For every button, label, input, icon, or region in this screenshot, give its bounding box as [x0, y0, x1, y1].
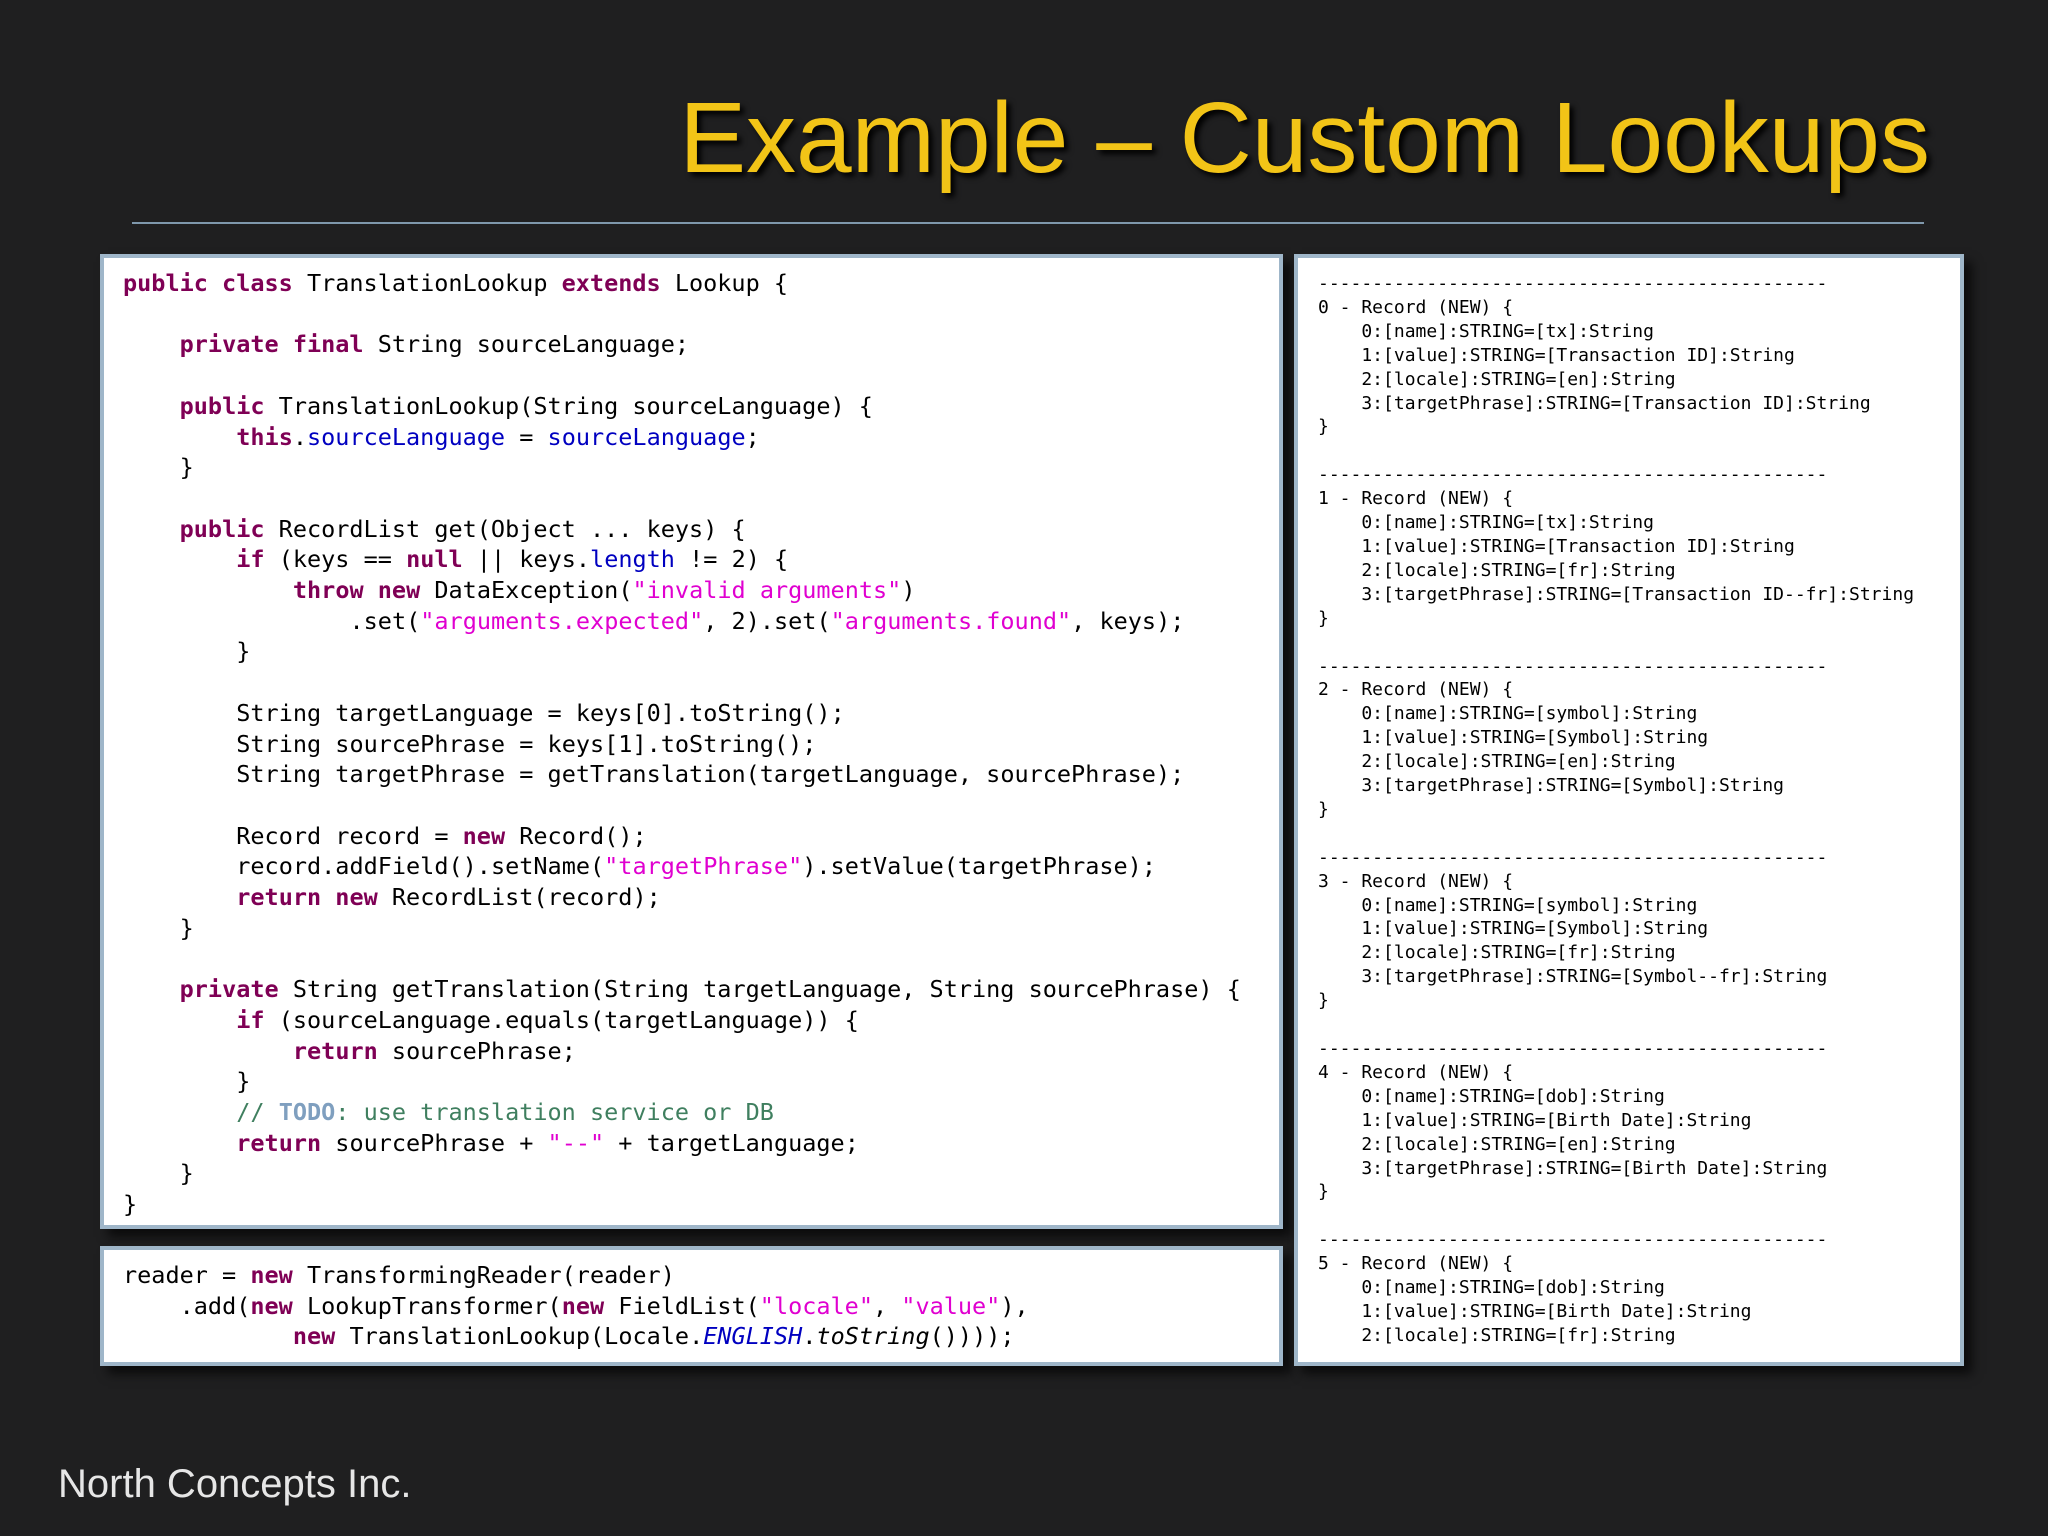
output-line: ----------------------------------------… — [1318, 273, 1828, 294]
code-line: throw new DataException("invalid argumen… — [292, 576, 916, 605]
code-line: this.sourceLanguage = sourceLanguage; — [236, 422, 760, 451]
output-line: 3:[targetPhrase]:STRING=[Symbol--fr]:Str… — [1318, 966, 1828, 988]
output-line: 2:[locale]:STRING=[en]:String — [1318, 368, 1676, 390]
output-line: } — [1318, 1181, 1329, 1203]
output-line: 3:[targetPhrase]:STRING=[Transaction ID-… — [1318, 583, 1915, 605]
output-line: ----------------------------------------… — [1318, 846, 1828, 868]
code-line: new TranslationLookup(Locale.ENGLISH.toS… — [292, 1322, 1015, 1351]
output-line: ----------------------------------------… — [1318, 1229, 1828, 1251]
output-line: 3:[targetPhrase]:STRING=[Birth Date]:Str… — [1318, 1157, 1828, 1179]
output-line: 0:[name]:STRING=[dob]:String — [1318, 1085, 1665, 1107]
code-line: // TODO: use translation service or DB — [236, 1097, 774, 1126]
output-line: } — [1318, 607, 1329, 629]
output-line: 2:[locale]:STRING=[en]:String — [1318, 751, 1676, 773]
code-line: if (keys == null || keys.length != 2) { — [236, 545, 789, 574]
reader-usage-code: reader = new TransformingReader(reader) … — [104, 1250, 1279, 1352]
output-line: 3:[targetPhrase]:STRING=[Symbol]:String — [1318, 775, 1784, 797]
code-line: return sourcePhrase; — [292, 1036, 576, 1065]
output-line: 1:[value]:STRING=[Symbol]:String — [1318, 727, 1709, 749]
output-line: 3:[targetPhrase]:STRING=[Transaction ID]… — [1318, 392, 1871, 414]
output-line: 1:[value]:STRING=[Transaction ID]:String — [1318, 344, 1795, 366]
code-line: } — [236, 637, 251, 666]
output-line: 0:[name]:STRING=[symbol]:String — [1318, 703, 1698, 725]
output-line: 2:[locale]:STRING=[fr]:String — [1318, 1324, 1676, 1346]
title-divider — [132, 222, 1924, 224]
console-output: ----------------------------------------… — [1298, 258, 1960, 1366]
code-line: } — [123, 1190, 138, 1219]
slide-title: Example – Custom Lookups — [679, 82, 1930, 194]
output-line: 2:[locale]:STRING=[fr]:String — [1318, 559, 1676, 581]
code-line: return new RecordList(record); — [236, 883, 661, 912]
code-line: String sourcePhrase = keys[1].toString()… — [236, 729, 817, 758]
code-line: return sourcePhrase + "--" + targetLangu… — [236, 1128, 859, 1157]
output-line: 1:[value]:STRING=[Birth Date]:String — [1318, 1109, 1752, 1131]
output-line: 1:[value]:STRING=[Transaction ID]:String — [1318, 535, 1795, 557]
record-output-panel: ----------------------------------------… — [1294, 254, 1964, 1366]
output-line: ----------------------------------------… — [1318, 1038, 1828, 1059]
output-line: 0:[name]:STRING=[tx]:String — [1318, 320, 1654, 342]
output-line: } — [1318, 416, 1329, 438]
usage-code-panel: reader = new TransformingReader(reader) … — [100, 1246, 1283, 1366]
output-line: 3 - Record (NEW) { — [1318, 870, 1514, 892]
output-line: ... — [1318, 1348, 1351, 1366]
output-line: 2 - Record (NEW) { — [1318, 679, 1514, 701]
output-line: ----------------------------------------… — [1318, 655, 1828, 677]
code-line: } — [236, 1067, 251, 1096]
output-line: 0:[name]:STRING=[dob]:String — [1318, 1277, 1665, 1299]
code-line: record.addField().setName("targetPhrase"… — [236, 852, 1156, 881]
company-footer: North Concepts Inc. — [58, 1462, 412, 1506]
output-line: 0:[name]:STRING=[tx]:String — [1318, 512, 1654, 534]
code-line: } — [179, 913, 194, 942]
code-line: public class TranslationLookup extends L… — [123, 269, 789, 297]
lookup-class-code: public class TranslationLookup extends L… — [104, 258, 1279, 1220]
output-line: 2:[locale]:STRING=[fr]:String — [1318, 942, 1676, 964]
output-line: 2:[locale]:STRING=[en]:String — [1318, 1133, 1676, 1155]
code-line: reader = new TransformingReader(reader) — [123, 1261, 675, 1289]
lookup-code-panel: public class TranslationLookup extends L… — [100, 254, 1283, 1229]
output-line: 4 - Record (NEW) { — [1318, 1061, 1514, 1083]
code-line: String targetPhrase = getTranslation(tar… — [236, 760, 1185, 789]
output-line: 0:[name]:STRING=[symbol]:String — [1318, 894, 1698, 916]
code-line: } — [179, 1159, 194, 1188]
code-line: public RecordList get(Object ... keys) { — [179, 514, 746, 543]
code-line: .add(new LookupTransformer(new FieldList… — [179, 1291, 1029, 1320]
output-line: ----------------------------------------… — [1318, 464, 1828, 486]
code-line: } — [179, 453, 194, 482]
output-line: } — [1318, 798, 1329, 820]
code-line: Record record = new Record(); — [236, 821, 647, 850]
output-line: 0 - Record (NEW) { — [1318, 296, 1514, 318]
code-line: String targetLanguage = keys[0].toString… — [236, 698, 845, 727]
code-line: private String getTranslation(String tar… — [179, 975, 1241, 1004]
code-line: .set("arguments.expected", 2).set("argum… — [349, 606, 1185, 635]
output-line: 1 - Record (NEW) { — [1318, 488, 1514, 510]
output-line: } — [1318, 990, 1329, 1012]
code-line: private final String sourceLanguage; — [179, 330, 690, 359]
output-line: 1:[value]:STRING=[Symbol]:String — [1318, 918, 1709, 940]
code-line: public TranslationLookup(String sourceLa… — [179, 391, 873, 420]
output-line: 1:[value]:STRING=[Birth Date]:String — [1318, 1300, 1752, 1322]
output-line: 5 - Record (NEW) { — [1318, 1253, 1514, 1275]
code-line: if (sourceLanguage.equals(targetLanguage… — [236, 1005, 859, 1034]
